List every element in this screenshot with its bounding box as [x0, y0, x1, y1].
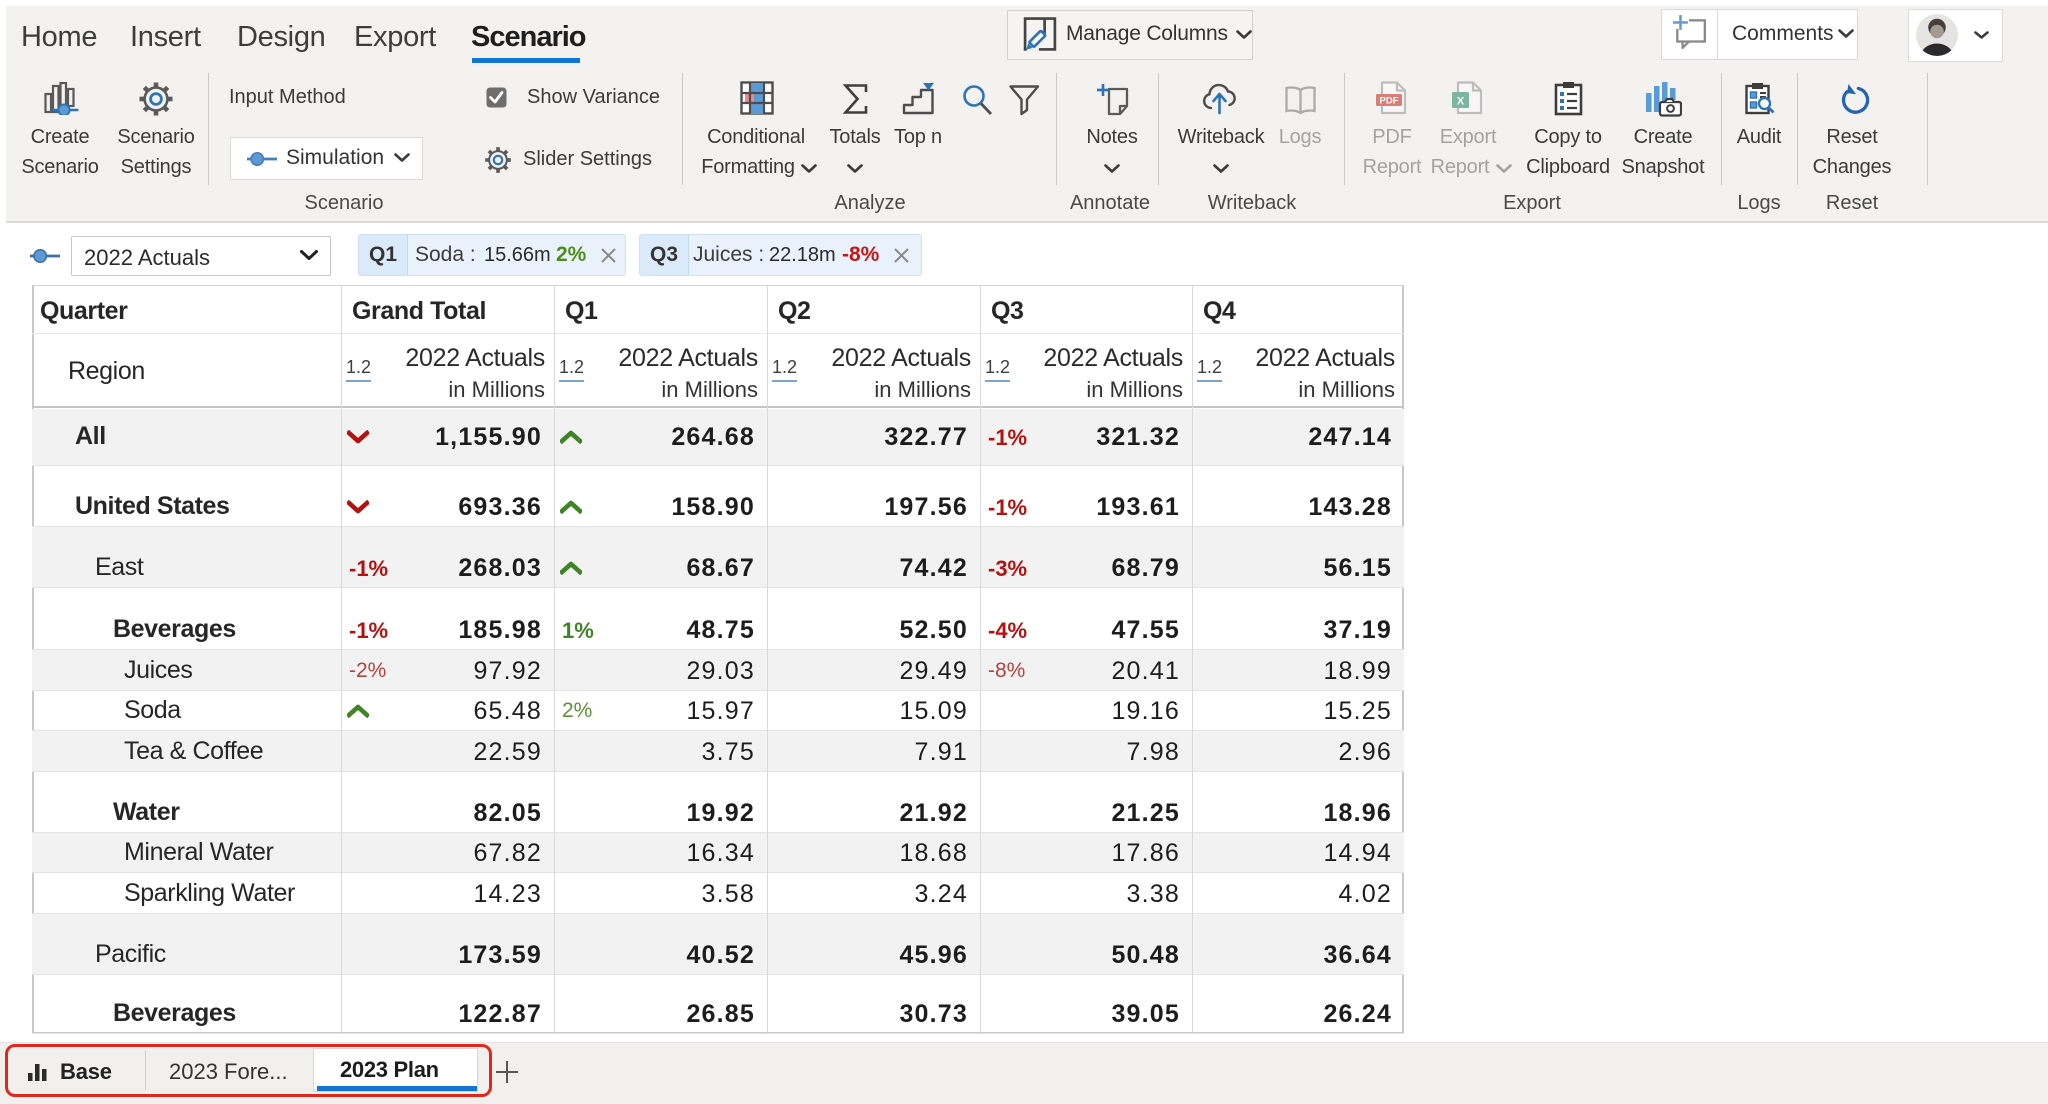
svg-text:PDF: PDF	[1380, 96, 1399, 107]
svg-text:X: X	[1457, 96, 1465, 108]
